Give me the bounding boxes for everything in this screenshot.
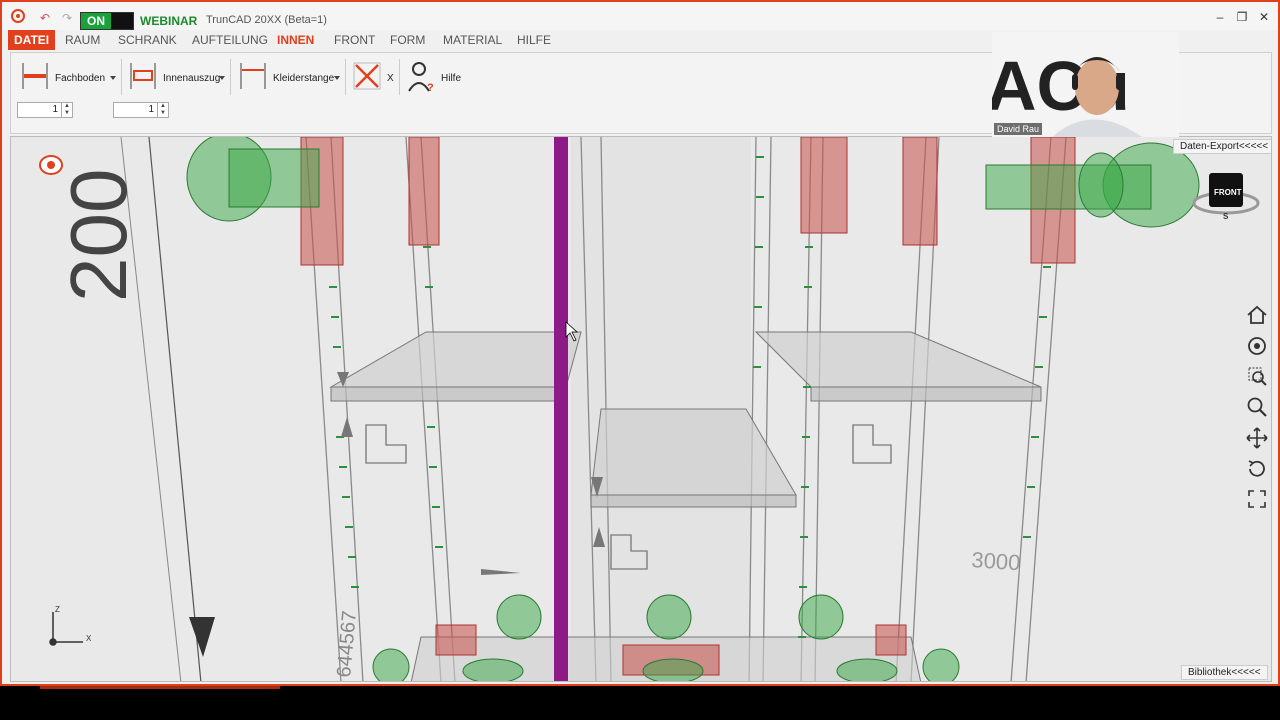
pan-icon[interactable] [1245,426,1269,450]
menu-aufteilung[interactable]: AUFTEILUNG [192,33,268,47]
toolbar-separator [345,59,346,95]
fullscreen-icon[interactable] [1245,487,1269,511]
innenauszug-count-stepper[interactable]: 1 ▲ ▼ [113,102,169,118]
cabinet-3d-scene[interactable]: 200 3000 644567 Z X FRONT S [11,137,1272,682]
kleiderstange-tool[interactable]: Kleiderstange [233,57,343,97]
compass-s-label: S [1223,212,1229,221]
clothes-rail-icon [240,63,266,89]
toolbar-separator [399,59,400,95]
axis-x-label: X [86,634,92,643]
orbit-icon[interactable] [1245,334,1269,358]
bibliothek-tab[interactable]: Bibliothek<<<<< [1181,665,1268,680]
webcam-video: ACu [992,32,1179,137]
menu-innen[interactable]: INNEN [277,33,314,47]
rotate-reset-icon[interactable] [1245,457,1269,481]
delete-label: X [387,73,394,84]
toolbar-separator [121,59,122,95]
selected-panel[interactable] [554,137,568,682]
redo-icon[interactable]: ↷ [62,11,72,25]
taskbar-progress [40,686,280,689]
fachboden-tool[interactable]: Fachboden [15,57,119,97]
home-view-icon[interactable] [1245,303,1269,327]
stepper-value: 1 [148,104,154,115]
shelf-icon [22,63,48,89]
menu-front[interactable]: FRONT [334,33,375,47]
delete-cross-icon [353,62,381,90]
menu-hilfe[interactable]: HILFE [517,33,551,47]
zoom-window-icon[interactable] [1245,364,1269,388]
webcam-overlay: ACu David Rau [992,32,1179,137]
hilfe-tool[interactable]: ? Hilfe [401,57,471,97]
innenauszug-label: Innenauszug [163,73,221,84]
undo-icon[interactable]: ↶ [40,11,50,25]
close-button[interactable]: ✕ [1256,10,1272,24]
3d-viewport[interactable]: 200 3000 644567 Z X FRONT S Daten-Export… [10,136,1272,682]
axis-z-label: Z [55,605,60,614]
webinar-label: WEBINAR [140,14,198,28]
on-air-toggle[interactable]: ON [80,12,134,30]
title-bar: ↶ ↷ ON WEBINAR TrunCAD 20XX (Beta=1) – ❐… [2,2,1278,30]
fachboden-count-stepper[interactable]: 1 ▲ ▼ [17,102,73,118]
menu-schrank[interactable]: SCHRANK [118,33,177,47]
delete-tool[interactable]: X [347,57,397,97]
on-label: ON [81,13,111,29]
view-cube-front-label: FRONT [1214,188,1242,197]
svg-text:?: ? [427,82,434,93]
zoom-icon[interactable] [1245,395,1269,419]
kleiderstange-dropdown-icon[interactable] [334,76,340,80]
dimension-3000: 3000 [971,547,1022,575]
drawer-icon [130,63,156,89]
webcam-participant-name: David Rau [994,123,1043,135]
stepper-value: 1 [52,104,58,115]
innenauszug-tool[interactable]: Innenauszug [123,57,227,97]
help-person-icon: ? [408,62,434,93]
truncad-logo-icon[interactable] [10,8,26,24]
menu-material[interactable]: MATERIAL [443,33,502,47]
innenauszug-dropdown-icon[interactable] [219,76,225,80]
menu-form[interactable]: FORM [390,33,425,47]
fachboden-dropdown-icon[interactable] [110,76,116,80]
minimize-button[interactable]: – [1212,10,1228,24]
menu-raum[interactable]: RAUM [65,33,100,47]
dimension-200: 200 [54,169,143,302]
maximize-button[interactable]: ❐ [1234,10,1250,24]
menu-datei[interactable]: DATEI [8,30,56,50]
visibility-eye-icon[interactable] [39,155,63,175]
stepper-arrows-icon[interactable]: ▲ ▼ [157,103,168,117]
fachboden-label: Fachboden [55,73,106,84]
toolbar-separator [230,59,231,95]
daten-export-tab[interactable]: Daten-Export<<<<< [1173,139,1271,154]
stepper-arrows-icon[interactable]: ▲ ▼ [61,103,72,117]
kleiderstange-label: Kleiderstange [273,73,335,84]
window-title: TrunCAD 20XX (Beta=1) [206,14,327,26]
hilfe-label: Hilfe [441,73,462,84]
